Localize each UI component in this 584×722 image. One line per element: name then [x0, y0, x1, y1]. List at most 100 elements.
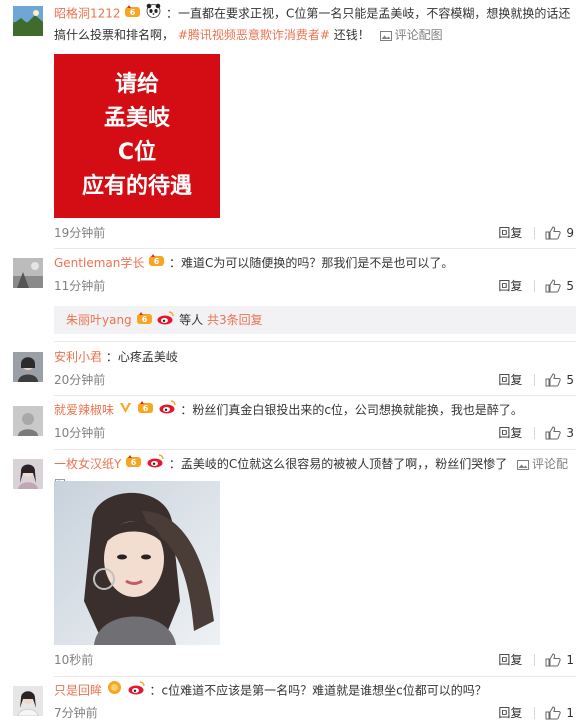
like-button[interactable]: 3	[545, 425, 574, 441]
sub-replies-box[interactable]: 朱丽叶yang 6 等人 共3条回复	[54, 306, 576, 334]
weibo-icon	[128, 680, 145, 702]
username-link[interactable]: 一枚女汉纸Y	[54, 457, 121, 471]
username-link[interactable]: 只是回眸	[54, 684, 102, 698]
thumbs-up-icon	[545, 706, 562, 720]
poster-line: C位	[117, 140, 157, 165]
comment-body: Gentleman学长 6 ：难道C为可以随便换的吗？那我们是不是也可以了。	[54, 253, 574, 274]
comment-actions: 回复 1	[498, 652, 574, 668]
comment-item: 只是回眸 ：c位难道不应该是第一名吗？难道就是谁想坐c位都可以的吗？ 7分钟前 …	[0, 676, 584, 722]
comment-time: 20分钟前	[54, 373, 106, 387]
comment-item: 昭格洞1212 6 ：一直都在要求正视，C位第一名只能是孟美岐，不容模糊，想换就…	[0, 0, 584, 248]
sun-emoji-icon	[107, 680, 122, 702]
svg-text:6: 6	[130, 8, 136, 17]
username-link[interactable]: 昭格洞1212	[54, 7, 121, 21]
reply-button[interactable]: 回复	[498, 278, 522, 294]
user-avatar[interactable]	[13, 459, 43, 489]
comment-time: 7分钟前	[54, 706, 98, 720]
panda-emoji-icon	[146, 3, 161, 25]
username-link[interactable]: 安利小君	[54, 350, 102, 364]
vip-badge-icon: 6	[136, 307, 152, 335]
like-button[interactable]: 5	[545, 372, 574, 388]
comment-time: 19分钟前	[54, 226, 106, 240]
action-divider	[534, 427, 536, 439]
comment-item: Gentleman学长 6 ：难道C为可以随便换的吗？那我们是不是也可以了。 1…	[0, 248, 584, 340]
comment-body: 就爱辣椒味 6 ：粉丝们真金白银投出来的c位，公司想换就能换，我也是醉了。	[54, 400, 574, 421]
comment-body: 昭格洞1212 6 ：一直都在要求正视，C位第一名只能是孟美岐，不容模糊，想换就…	[54, 3, 574, 46]
reply-button[interactable]: 回复	[498, 705, 522, 721]
like-count: 3	[566, 426, 574, 440]
verified-v-icon	[119, 400, 132, 421]
vip-badge-icon: 6	[137, 400, 153, 421]
comment-image[interactable]: 请给 孟美岐 C位 应有的待遇	[54, 54, 220, 218]
like-button[interactable]: 1	[545, 652, 574, 668]
action-divider	[534, 280, 536, 292]
like-count: 1	[566, 706, 574, 720]
image-icon	[517, 459, 530, 470]
comment-text: ：c位难道不应该是第一名吗？难道就是谁想坐c位都可以的吗？	[149, 683, 487, 698]
vip-badge-icon: 6	[149, 253, 165, 274]
username-link[interactable]: 就爱辣椒味	[54, 403, 114, 417]
like-button[interactable]: 1	[545, 705, 574, 721]
comment-body: 安利小君 ：心疼孟美岐	[54, 347, 574, 368]
comment-actions: 回复 9	[498, 225, 574, 241]
svg-text:6: 6	[154, 257, 160, 266]
reply-button[interactable]: 回复	[498, 425, 522, 441]
poster-line: 应有的待遇	[81, 174, 192, 199]
weibo-icon	[147, 454, 164, 475]
topic-link[interactable]: #腾讯视频恶意欺诈消费者#	[178, 28, 330, 42]
action-divider	[534, 227, 536, 239]
image-icon	[379, 30, 392, 41]
thumbs-up-icon	[545, 373, 562, 387]
svg-text:6: 6	[141, 315, 147, 324]
action-divider	[534, 374, 536, 386]
thumbs-up-icon	[545, 653, 562, 667]
comment-item: 就爱辣椒味 6 ：粉丝们真金白银投出来的c位，公司想换就能换，我也是醉了。 10…	[0, 395, 584, 449]
comment-text: ：难道C为可以随便换的吗？那我们是不是也可以了。	[169, 256, 454, 270]
action-divider	[534, 654, 536, 666]
poster-line: 请给	[114, 72, 159, 97]
poster-text: 请给 孟美岐 C位 应有的待遇	[54, 68, 220, 204]
portrait-photo	[84, 492, 214, 645]
comment-item: 一枚女汉纸Y 6 ：孟美岐的C位就这么很容易的被被人顶替了啊，，粉丝们哭惨了 评…	[0, 449, 584, 676]
poster-line: 孟美岐	[103, 106, 170, 131]
comment-time: 10分钟前	[54, 426, 106, 440]
weibo-icon	[157, 307, 175, 335]
like-button[interactable]: 9	[545, 225, 574, 241]
image-comment-link[interactable]: 评论配图	[379, 28, 443, 42]
username-link[interactable]: Gentleman学长	[54, 256, 144, 270]
sub-reply-text: 等人	[179, 313, 204, 327]
comment-actions: 回复 5	[498, 278, 574, 294]
comment-body: 只是回眸 ：c位难道不应该是第一名吗？难道就是谁想坐c位都可以的吗？	[54, 680, 574, 702]
comment-time: 10秒前	[54, 653, 94, 667]
comment-actions: 回复 3	[498, 425, 574, 441]
like-button[interactable]: 5	[545, 278, 574, 294]
like-count: 5	[566, 373, 574, 387]
sub-reply-username[interactable]: 朱丽叶yang	[66, 313, 132, 327]
reply-button[interactable]: 回复	[498, 372, 522, 388]
like-count: 5	[566, 279, 574, 293]
thumbs-up-icon	[545, 279, 562, 293]
reply-button[interactable]: 回复	[498, 225, 522, 241]
comment-text-tail: 还钱！	[333, 28, 370, 42]
user-avatar[interactable]	[13, 6, 43, 36]
comment-text: ：粉丝们真金白银投出来的c位，公司想换就能换，我也是醉了。	[180, 403, 523, 417]
svg-text:6: 6	[131, 458, 137, 467]
weibo-icon	[159, 400, 176, 421]
reply-button[interactable]: 回复	[498, 652, 522, 668]
svg-text:6: 6	[142, 404, 148, 413]
comment-text: ：心疼孟美岐	[105, 350, 178, 364]
thumbs-up-icon	[545, 426, 562, 440]
vip-badge-icon: 6	[125, 4, 141, 25]
like-count: 9	[566, 226, 574, 240]
more-replies-link[interactable]: 共3条回复	[207, 313, 263, 327]
vip-badge-icon: 6	[126, 454, 142, 475]
comment-image[interactable]	[54, 481, 220, 645]
user-avatar[interactable]	[13, 258, 43, 288]
user-avatar[interactable]	[13, 406, 43, 436]
comment-time: 11分钟前	[54, 279, 106, 293]
action-divider	[534, 707, 536, 719]
user-avatar[interactable]	[13, 352, 43, 382]
thumbs-up-icon	[545, 226, 562, 240]
user-avatar[interactable]	[13, 686, 43, 716]
comment-text: ：孟美岐的C位就这么很容易的被被人顶替了啊，，粉丝们哭惨了	[168, 457, 508, 471]
